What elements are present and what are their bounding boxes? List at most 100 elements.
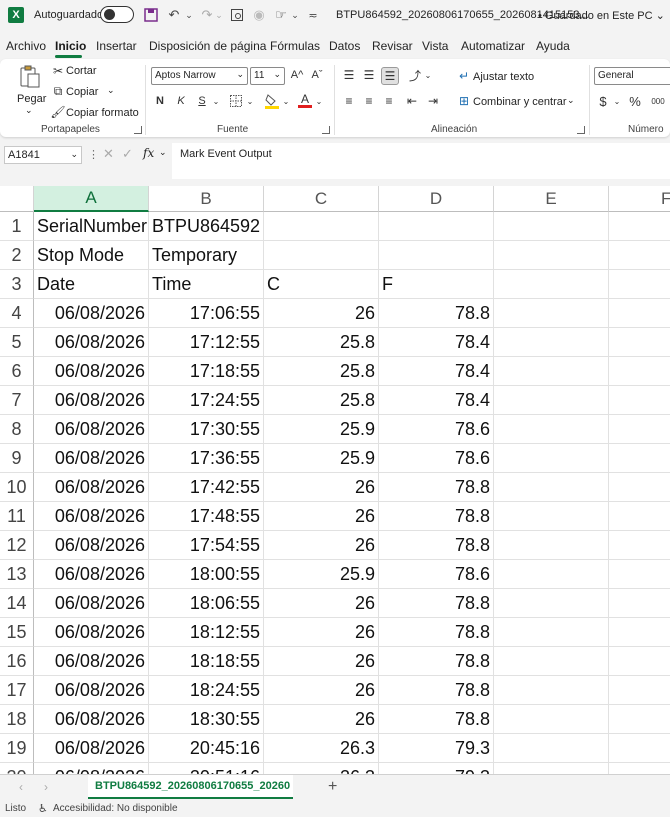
tab-archivo[interactable]: Archivo [6,39,46,53]
cell-b[interactable]: 17:12:55 [149,328,264,357]
clipboard-launcher-icon[interactable] [134,126,142,134]
format-painter-button[interactable]: Copiar formato [66,107,139,119]
cell-c[interactable]: 26 [264,531,379,560]
cell-a[interactable]: 06/08/2026 [34,618,149,647]
cell-c[interactable]: 26.3 [264,763,379,774]
cell-e[interactable] [494,270,609,299]
cell-c[interactable] [264,212,379,241]
underline-button[interactable]: S [196,94,208,108]
align-middle-icon[interactable]: ☰ [361,67,377,83]
tab-ayuda[interactable]: Ayuda [536,39,570,53]
thousands-button[interactable]: 000 [649,94,667,108]
cell-a[interactable]: 06/08/2026 [34,589,149,618]
cell-f[interactable] [609,328,670,357]
cell-b[interactable]: 17:18:55 [149,357,264,386]
paste-dropdown-icon[interactable]: ⌄ [25,105,33,116]
cell-a[interactable]: Stop Mode [34,241,149,270]
copy-button[interactable]: Copiar [66,86,98,98]
row-header[interactable]: 1 [0,212,34,241]
column-header-e[interactable]: E [494,186,609,212]
insert-function-icon[interactable]: fx [143,146,154,160]
cell-c[interactable]: 25.9 [264,415,379,444]
sheet-tab[interactable]: BTPU864592_20260806170655_20260 [88,775,293,799]
cell-a[interactable]: 06/08/2026 [34,386,149,415]
cell-e[interactable] [494,705,609,734]
tab-datos[interactable]: Datos [329,39,360,53]
more-options-icon[interactable]: ⋮ [88,148,99,161]
tab-vista[interactable]: Vista [422,39,448,53]
row-header[interactable]: 18 [0,705,34,734]
column-header-f[interactable]: F [609,186,670,212]
alignment-launcher-icon[interactable] [577,126,585,134]
percent-button[interactable]: % [628,94,642,109]
cell-e[interactable] [494,502,609,531]
cell-d[interactable]: 78.8 [379,676,494,705]
row-header[interactable]: 4 [0,299,34,328]
merge-center-icon[interactable]: ⊞ [457,94,471,108]
scissors-icon[interactable]: ✂ [52,64,64,78]
wrap-text-icon[interactable]: ↵ [457,69,471,83]
cell-c[interactable]: 26.3 [264,734,379,763]
column-header-a[interactable]: A [34,186,149,212]
select-all-corner[interactable] [0,186,34,212]
cell-f[interactable] [609,386,670,415]
font-color-icon[interactable]: A [298,92,312,108]
cell-c[interactable]: 26 [264,502,379,531]
cell-f[interactable] [609,618,670,647]
font-color-dropdown-icon[interactable]: ⌄ [315,94,323,108]
wrap-text-button[interactable]: Ajustar texto [473,71,534,83]
cell-f[interactable] [609,241,670,270]
bold-button[interactable]: N [154,94,166,108]
cell-a[interactable]: 06/08/2026 [34,328,149,357]
currency-button[interactable]: $ [597,94,609,109]
cell-c[interactable]: 25.9 [264,560,379,589]
cell-a[interactable]: 06/08/2026 [34,560,149,589]
cell-e[interactable] [494,589,609,618]
cell-e[interactable] [494,763,609,774]
cell-a[interactable]: 06/08/2026 [34,763,149,774]
cut-button[interactable]: Cortar [66,65,97,77]
row-header[interactable]: 5 [0,328,34,357]
cell-d[interactable]: 78.6 [379,444,494,473]
name-box[interactable]: A1841 ⌄ [4,146,82,164]
cell-e[interactable] [494,647,609,676]
cell-d[interactable]: 79.3 [379,734,494,763]
row-header[interactable]: 17 [0,676,34,705]
cell-c[interactable]: 26 [264,299,379,328]
merge-center-button[interactable]: Combinar y centrar [473,96,567,108]
cancel-icon[interactable]: ✕ [103,146,114,162]
cell-c[interactable]: 26 [264,618,379,647]
row-header[interactable]: 10 [0,473,34,502]
cell-e[interactable] [494,618,609,647]
cell-c[interactable]: 26 [264,589,379,618]
cell-b[interactable]: 17:30:55 [149,415,264,444]
undo-dropdown-icon[interactable]: ⌄ [183,5,195,25]
scroll-right-icon[interactable]: › [44,780,48,794]
save-status[interactable]: • Guardado en Este PC ⌄ [538,9,665,22]
cell-b[interactable]: 20:51:16 [149,763,264,774]
cell-c[interactable] [264,241,379,270]
cell-e[interactable] [494,415,609,444]
cell-c[interactable]: 26 [264,705,379,734]
save-icon[interactable] [142,5,160,25]
row-header[interactable]: 14 [0,589,34,618]
cell-c[interactable]: 25.9 [264,444,379,473]
customize-toolbar-icon[interactable]: ≂ [306,5,320,25]
cell-b[interactable]: 17:42:55 [149,473,264,502]
borders-icon[interactable] [229,94,243,108]
paste-icon[interactable] [18,64,42,90]
worksheet-grid[interactable]: A B C D E F 1 SerialNumber BTPU864592 2 Stop… [0,186,670,774]
cell-e[interactable] [494,299,609,328]
cell-f[interactable] [609,734,670,763]
cell-f[interactable] [609,502,670,531]
column-header-b[interactable]: B [149,186,264,212]
cell-b[interactable]: 18:18:55 [149,647,264,676]
cell-a[interactable]: 06/08/2026 [34,531,149,560]
cell-b[interactable]: 17:48:55 [149,502,264,531]
paste-button[interactable]: Pegar [17,93,46,105]
cell-d[interactable]: 78.8 [379,618,494,647]
cell-f[interactable] [609,705,670,734]
cell-a[interactable]: 06/08/2026 [34,647,149,676]
cell-a[interactable]: SerialNumber [34,212,149,241]
accessibility-status[interactable]: Accesibilidad: No disponible [53,803,178,814]
